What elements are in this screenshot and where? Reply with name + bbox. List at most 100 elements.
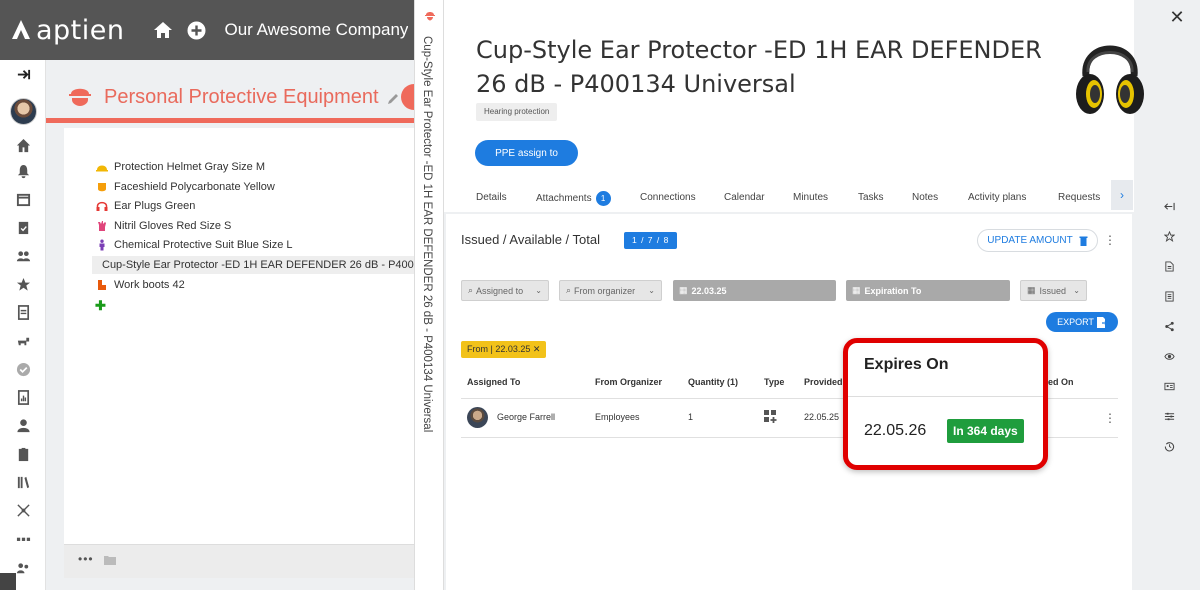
tab-calendar[interactable]: Calendar [724,192,765,203]
list-item[interactable]: Protection Helmet Gray Size M [96,158,265,176]
bell-icon[interactable] [15,163,31,179]
company-name[interactable]: Our Awesome Company [225,20,409,40]
tab-activity-plans[interactable]: Activity plans [968,192,1026,203]
list-item[interactable]: Nitril Gloves Red Size S [96,217,231,235]
search-icon: ⌕ [468,285,474,295]
tab-minutes[interactable]: Minutes [793,192,828,203]
chevron-down-icon: ⌄ [648,286,655,295]
add-circle-icon[interactable] [185,18,209,42]
list-item-label: Faceshield Polycarbonate Yellow [114,181,275,193]
list-item[interactable]: Chemical Protective Suit Blue Size L [96,236,293,254]
column-header[interactable]: From Organizer [595,377,662,387]
list-item[interactable]: Faceshield Polycarbonate Yellow [96,178,275,196]
export-label: EXPORT [1057,317,1094,327]
module-title: Personal Protective Equipment [104,86,379,108]
edit-pencil-icon[interactable] [387,92,400,105]
headphones-icon [96,201,108,211]
tab-tasks[interactable]: Tasks [858,192,884,203]
column-header[interactable]: Type [764,377,784,387]
assigned-to-filter[interactable]: ⌕ Assigned to ⌄ [461,280,549,301]
faceshield-icon [98,183,106,192]
update-amount-button[interactable]: UPDATE AMOUNT [977,229,1098,252]
callout-divider [848,396,1043,397]
status-badge: In 364 days [947,419,1024,443]
folder-icon[interactable] [104,555,116,565]
share-icon[interactable] [1163,320,1175,332]
active-filter-chip[interactable]: From | 22.03.25 ✕ [461,341,547,358]
filter-label: From organizer [574,285,636,296]
check-circle-icon[interactable] [15,361,31,377]
user-avatar[interactable] [10,98,37,125]
network-icon[interactable] [15,502,31,518]
document-icon[interactable] [1163,260,1175,272]
document-lines-icon[interactable] [1163,290,1175,302]
clipboard-check-icon[interactable] [15,219,31,235]
category-tag[interactable]: Hearing protection [476,103,558,121]
corner-logo-icon [0,573,16,590]
team-icon[interactable] [15,248,31,264]
person-icon[interactable] [15,417,31,433]
tab-attachments[interactable]: Attachments 1 [536,191,611,206]
collapse-panel-icon[interactable] [1163,200,1175,212]
column-header[interactable]: Provided [804,377,843,387]
callout-title: Expires On [864,356,949,373]
table-cell[interactable]: George Farrell [497,412,555,422]
column-header[interactable]: Quantity (1) [688,377,738,387]
hard-hat-worker-icon [69,88,91,106]
logo-mark-icon [12,20,30,39]
home-icon[interactable] [151,18,175,42]
expand-sidebar-icon[interactable] [15,66,31,82]
close-icon[interactable]: ✕ [1168,8,1186,26]
more-vertical-icon[interactable]: ⋮ [1104,233,1116,247]
status-filter[interactable]: ▦ Issued ⌄ [1020,280,1087,301]
list-item-label: Nitril Gloves Red Size S [114,220,232,232]
report-icon[interactable] [15,389,31,405]
calendar-icon[interactable] [15,191,31,207]
helmet-icon [96,165,108,172]
left-sidebar [0,60,46,590]
list-item-selected[interactable]: Cup-Style Ear Protector -ED 1H EAR DEFEN… [92,256,414,274]
clipboard-icon[interactable] [15,446,31,462]
eye-icon[interactable] [1163,350,1175,362]
sliders-icon[interactable] [1163,410,1175,422]
tab-label: Requests [1058,192,1101,203]
home-icon[interactable] [15,137,31,153]
tab-connections[interactable]: Connections [640,192,696,203]
tabs-scroll-right-icon[interactable]: › [1111,180,1133,210]
star-icon[interactable] [15,276,31,292]
app-logo[interactable]: aptien [8,15,125,46]
list-item[interactable]: Ear Plugs Green [96,197,195,215]
users-settings-icon[interactable] [15,560,31,576]
tab-notes[interactable]: Notes [912,192,938,203]
export-button[interactable]: EXPORT [1046,312,1118,332]
chevron-down-icon: ⌄ [535,286,542,295]
logo-text: aptien [36,14,125,46]
history-icon[interactable] [1163,440,1175,452]
column-header[interactable]: Assigned To [467,377,520,387]
accent-bar [46,118,414,123]
more-options-icon[interactable]: ••• [78,552,94,566]
tab-details[interactable]: Details [476,192,507,203]
id-card-icon[interactable] [1163,380,1175,392]
tab-label: Attachments [536,193,592,204]
chevron-down-icon: ⌄ [1073,286,1080,295]
top-bar: aptien Our Awesome Company [0,0,414,60]
tab-label: Activity plans [968,192,1027,203]
expiry-date: 22.05.26 [864,422,927,439]
date-from-filter[interactable]: ▦ 22.03.25 [673,280,836,301]
library-icon[interactable] [15,474,31,490]
from-organizer-filter[interactable]: ⌕ From organizer ⌄ [559,280,662,301]
star-outline-icon[interactable] [1163,230,1175,242]
detail-tabs: Details Attachments 1 Connections Calenda… [476,186,1106,212]
pet-icon[interactable] [15,333,31,349]
expiration-to-filter[interactable]: ▦ Expiration To [846,280,1010,301]
table-cell: Employees [595,412,640,422]
column-header[interactable]: ed On [1048,377,1074,387]
add-item-icon[interactable]: ✚ [95,298,106,314]
tab-requests[interactable]: Requests [1058,192,1100,203]
document-icon[interactable] [15,304,31,320]
list-item[interactable]: Work boots 42 [96,276,185,294]
apps-grid-icon[interactable] [15,532,31,548]
ppe-assign-button[interactable]: PPE assign to [475,140,578,166]
row-more-icon[interactable]: ⋮ [1104,411,1116,425]
